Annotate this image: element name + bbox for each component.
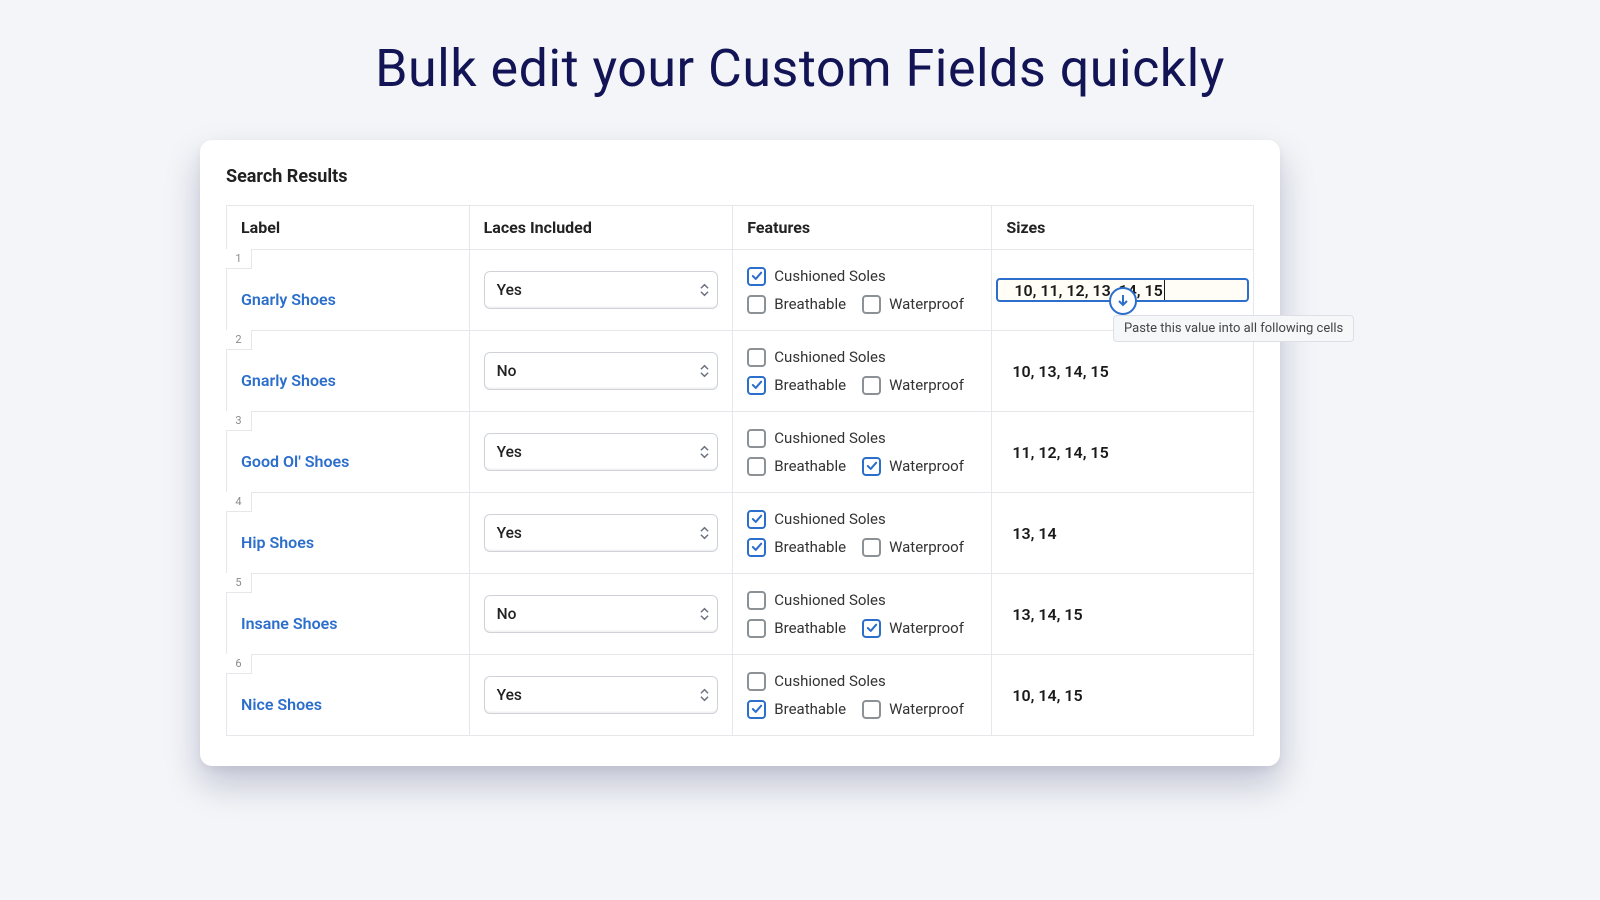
checkbox-waterproof[interactable]: Waterproof <box>862 619 964 638</box>
row-number: 1 <box>226 249 252 269</box>
checkbox-label: Waterproof <box>889 457 964 475</box>
checkbox-label: Cushioned Soles <box>774 348 885 366</box>
laces-select[interactable]: Yes <box>484 271 719 309</box>
checkbox-label: Cushioned Soles <box>774 267 885 285</box>
checkbox-label: Breathable <box>774 700 846 718</box>
checkbox-breathable[interactable]: Breathable <box>747 538 846 557</box>
row-number: 4 <box>226 492 252 512</box>
checkbox-waterproof[interactable]: Waterproof <box>862 538 964 557</box>
checkbox-breathable[interactable]: Breathable <box>747 457 846 476</box>
laces-value: Yes <box>497 524 522 542</box>
checkbox-waterproof[interactable]: Waterproof <box>862 376 964 395</box>
col-laces: Laces Included <box>469 206 733 250</box>
sizes-value[interactable]: 11, 12, 14, 15 <box>992 443 1253 462</box>
row-number: 6 <box>226 654 252 674</box>
checkbox-cushioned[interactable]: Cushioned Soles <box>747 267 885 286</box>
stepper-icon <box>700 284 709 297</box>
row-number: 3 <box>226 411 252 431</box>
checkbox-cushioned[interactable]: Cushioned Soles <box>747 510 885 529</box>
product-link[interactable]: Good Ol' Shoes <box>227 420 469 485</box>
checkbox-label: Cushioned Soles <box>774 672 885 690</box>
product-link[interactable]: Insane Shoes <box>227 582 469 647</box>
product-link[interactable]: Gnarly Shoes <box>227 339 469 404</box>
laces-value: No <box>497 362 517 380</box>
checkbox-breathable[interactable]: Breathable <box>747 619 846 638</box>
checkbox-waterproof[interactable]: Waterproof <box>862 295 964 314</box>
checkbox-cushioned[interactable]: Cushioned Soles <box>747 591 885 610</box>
table-row: 4 Hip Shoes Yes Cushioned Soles <box>227 493 1254 574</box>
checkbox-label: Breathable <box>774 538 846 556</box>
stepper-icon <box>700 608 709 621</box>
stepper-icon <box>700 527 709 540</box>
checkbox-label: Waterproof <box>889 295 964 313</box>
table-row: 3 Good Ol' Shoes Yes Cushioned S <box>227 412 1254 493</box>
table-row: 1 Gnarly Shoes Yes Cushioned Sol <box>227 250 1254 331</box>
col-label: Label <box>227 206 470 250</box>
checkbox-breathable[interactable]: Breathable <box>747 376 846 395</box>
checkbox-label: Cushioned Soles <box>774 429 885 447</box>
checkbox-label: Breathable <box>774 457 846 475</box>
checkbox-cushioned[interactable]: Cushioned Soles <box>747 348 885 367</box>
table-row: 2 Gnarly Shoes No Cushioned Sole <box>227 331 1254 412</box>
row-number: 2 <box>226 330 252 350</box>
table-row: 5 Insane Shoes No Cushioned Sole <box>227 574 1254 655</box>
laces-select[interactable]: Yes <box>484 514 719 552</box>
fill-down-handle[interactable]: Paste this value into all following cell… <box>1109 287 1137 315</box>
laces-select[interactable]: Yes <box>484 433 719 471</box>
results-table: Label Laces Included Features Sizes 1 Gn… <box>226 205 1254 736</box>
sizes-value[interactable]: 10, 14, 15 <box>992 686 1253 705</box>
card-title: Search Results <box>200 166 1280 205</box>
laces-select[interactable]: No <box>484 352 719 390</box>
sizes-value[interactable]: 10, 13, 14, 15 <box>992 362 1253 381</box>
product-link[interactable]: Nice Shoes <box>227 663 469 728</box>
checkbox-label: Waterproof <box>889 700 964 718</box>
checkbox-breathable[interactable]: Breathable <box>747 295 846 314</box>
laces-value: Yes <box>497 443 522 461</box>
stepper-icon <box>700 689 709 702</box>
checkbox-label: Cushioned Soles <box>774 591 885 609</box>
row-number: 5 <box>226 573 252 593</box>
sizes-input[interactable]: 10, 11, 12, 13, 14, 15Paste this value i… <box>996 278 1249 302</box>
laces-value: No <box>497 605 517 623</box>
product-link[interactable]: Hip Shoes <box>227 501 469 566</box>
laces-value: Yes <box>497 281 522 299</box>
checkbox-label: Breathable <box>774 295 846 313</box>
checkbox-label: Waterproof <box>889 376 964 394</box>
checkbox-waterproof[interactable]: Waterproof <box>862 700 964 719</box>
laces-value: Yes <box>497 686 522 704</box>
checkbox-breathable[interactable]: Breathable <box>747 700 846 719</box>
stepper-icon <box>700 446 709 459</box>
checkbox-label: Breathable <box>774 619 846 637</box>
col-sizes: Sizes <box>992 206 1254 250</box>
product-link[interactable]: Gnarly Shoes <box>227 258 469 323</box>
checkbox-waterproof[interactable]: Waterproof <box>862 457 964 476</box>
checkbox-cushioned[interactable]: Cushioned Soles <box>747 429 885 448</box>
fill-tooltip: Paste this value into all following cell… <box>1113 315 1354 342</box>
stepper-icon <box>700 365 709 378</box>
table-header-row: Label Laces Included Features Sizes <box>227 206 1254 250</box>
checkbox-label: Waterproof <box>889 538 964 556</box>
sizes-value[interactable]: 13, 14, 15 <box>992 605 1253 624</box>
checkbox-label: Waterproof <box>889 619 964 637</box>
table-row: 6 Nice Shoes Yes Cushioned Soles <box>227 655 1254 736</box>
checkbox-label: Breathable <box>774 376 846 394</box>
checkbox-label: Cushioned Soles <box>774 510 885 528</box>
laces-select[interactable]: Yes <box>484 676 719 714</box>
laces-select[interactable]: No <box>484 595 719 633</box>
results-card: Search Results Label Laces Included Feat… <box>200 140 1280 766</box>
col-features: Features <box>733 206 992 250</box>
page-title: Bulk edit your Custom Fields quickly <box>0 0 1600 99</box>
checkbox-cushioned[interactable]: Cushioned Soles <box>747 672 885 691</box>
sizes-value[interactable]: 13, 14 <box>992 524 1253 543</box>
